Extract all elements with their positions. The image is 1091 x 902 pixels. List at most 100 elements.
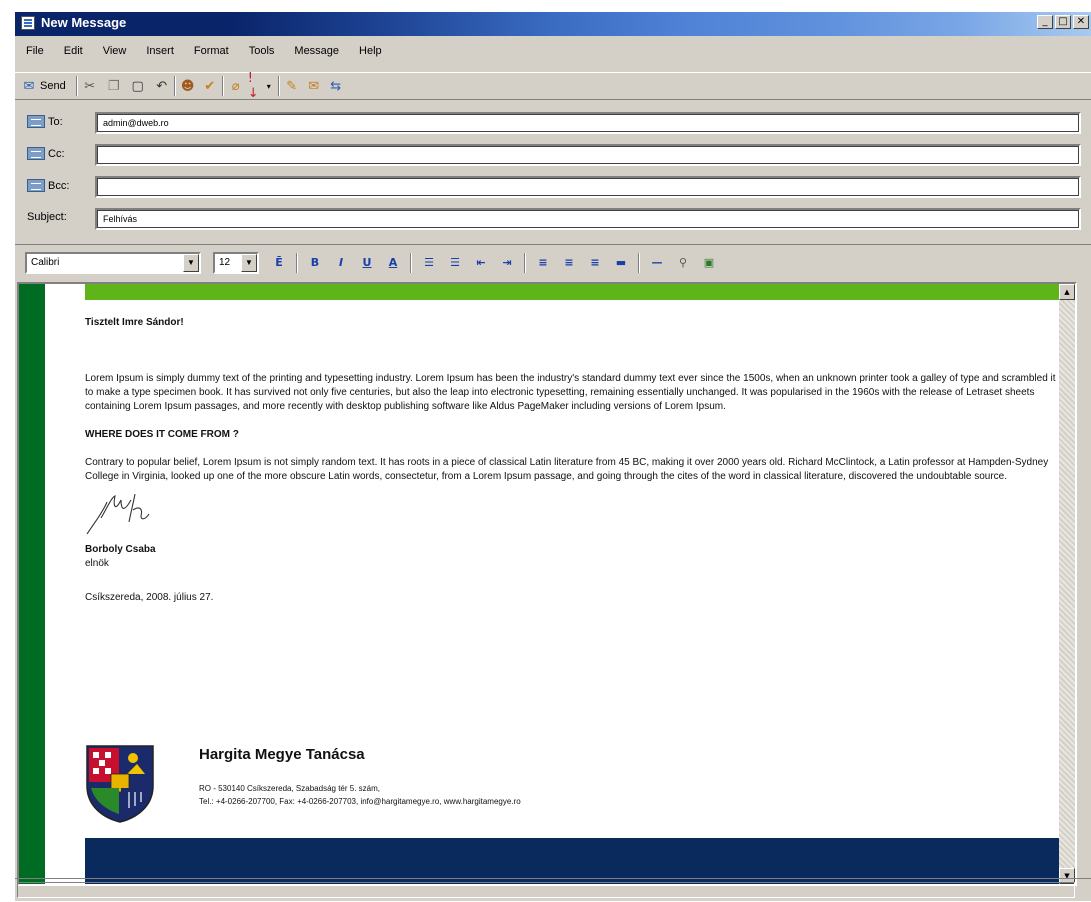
chevron-down-icon[interactable]: ▼	[241, 253, 257, 272]
hyperlink-icon[interactable]: ⚲	[673, 253, 693, 273]
undo-icon[interactable]: ↶	[154, 78, 170, 94]
align-right-icon[interactable]: ≡	[585, 253, 605, 273]
copy-icon[interactable]: ❐	[106, 78, 122, 94]
priority-dropdown-icon[interactable]: ▾	[264, 78, 274, 94]
encrypt-icon[interactable]: ✉	[306, 78, 322, 94]
to-row: To: admin@dweb.ro	[15, 110, 1091, 136]
attach-icon[interactable]: ⌀	[228, 78, 244, 94]
justify-icon[interactable]: ▬	[611, 253, 631, 273]
to-label: To:	[48, 115, 63, 128]
font-size-value: 12	[219, 256, 231, 268]
address-book-icon	[27, 147, 45, 160]
organization-address: RO - 530140 Csíkszereda, Szabadság tér 5…	[199, 784, 380, 793]
menu-view[interactable]: View	[92, 42, 136, 64]
menu-tools[interactable]: Tools	[238, 42, 284, 64]
organization-contact: RO - 530140 Csíkszereda, Szabadság tér 5…	[199, 782, 521, 808]
main-toolbar: ✉ Send ✂ ❐ ▢ ↶ ☻ ✔ ⌀ !↓ ▾ ✎ ✉ ⇆	[15, 71, 1091, 101]
maximize-button[interactable]: □	[1055, 15, 1071, 29]
cc-row: Cc:	[15, 142, 1091, 168]
address-book-icon	[27, 179, 45, 192]
numbering-icon[interactable]: ☰	[419, 253, 439, 273]
toolbar-separator	[75, 76, 78, 96]
title-bar[interactable]: New Message _ □ ✕	[15, 12, 1091, 36]
signer-name: Borboly Csaba	[85, 544, 156, 555]
font-name-value: Calibri	[31, 256, 60, 268]
send-label: Send	[40, 80, 66, 92]
send-button[interactable]: ✉ Send	[15, 75, 72, 97]
menu-help[interactable]: Help	[348, 42, 391, 64]
paste-icon[interactable]: ▢	[130, 78, 146, 94]
bcc-row: Bcc:	[15, 174, 1091, 200]
align-center-icon[interactable]: ≡	[559, 253, 579, 273]
decrease-indent-icon[interactable]: ⇤	[471, 253, 491, 273]
bold-icon[interactable]: B	[305, 253, 325, 273]
toolbar-separator	[524, 252, 526, 273]
check-names-icon[interactable]: ☻	[180, 78, 196, 94]
status-bar	[15, 878, 1091, 902]
green-side-stripe	[19, 284, 45, 884]
greeting: Tisztelt Imre Sándor!	[85, 317, 184, 328]
bcc-field[interactable]	[95, 176, 1081, 198]
underline-icon[interactable]: U	[357, 253, 377, 273]
window-title: New Message	[41, 15, 127, 30]
toolbar-separator	[296, 252, 298, 273]
send-icon: ✉	[23, 78, 35, 94]
toolbar-separator	[221, 76, 224, 96]
subject-field[interactable]: Felhívás	[95, 208, 1081, 230]
chevron-down-icon[interactable]: ▼	[183, 253, 199, 272]
increase-indent-icon[interactable]: ⇥	[497, 253, 517, 273]
vertical-scrollbar[interactable]: ▲ ▼	[1059, 284, 1075, 884]
county-crest-logo	[86, 745, 154, 823]
signer-title: elnök	[85, 558, 109, 569]
priority-icon[interactable]: !↓	[248, 71, 264, 101]
signature-image	[86, 493, 150, 535]
sign-icon[interactable]: ✎	[284, 78, 300, 94]
menu-insert[interactable]: Insert	[135, 42, 183, 64]
font-name-select[interactable]: Calibri ▼	[25, 251, 201, 274]
subject-label: Subject:	[27, 211, 67, 223]
paragraph-style-icon[interactable]: Ē	[269, 253, 289, 273]
letter-content: Tisztelt Imre Sándor! Lorem Ipsum is sim…	[85, 316, 1060, 605]
to-field[interactable]: admin@dweb.ro	[95, 112, 1081, 134]
green-top-bar	[85, 284, 1075, 300]
paragraph-1: Lorem Ipsum is simply dummy text of the …	[85, 373, 1056, 412]
status-pane	[17, 882, 1075, 898]
message-icon	[21, 16, 35, 30]
window-controls: _ □ ✕	[1037, 15, 1089, 29]
organization-name: Hargita Megye Tanácsa	[199, 746, 365, 763]
font-size-select[interactable]: 12 ▼	[213, 251, 259, 274]
new-message-window: New Message _ □ ✕ File Edit View Insert …	[15, 12, 1091, 901]
scroll-up-button[interactable]: ▲	[1059, 284, 1075, 300]
minimize-button[interactable]: _	[1037, 15, 1053, 29]
organization-phone-email: Tel.: +4-0266-207700, Fax: +4-0266-20770…	[199, 797, 521, 806]
horizontal-line-icon[interactable]: —	[647, 253, 667, 273]
align-left-icon[interactable]: ≡	[533, 253, 553, 273]
menu-format[interactable]: Format	[183, 42, 238, 64]
formatting-toolbar: Calibri ▼ 12 ▼ Ē B I U A ☰ ☰ ⇤ ⇥ ≡ ≡ ≡ ▬…	[15, 244, 1091, 280]
section-heading: WHERE DOES IT COME FROM ?	[85, 429, 239, 440]
cc-label-button[interactable]: Cc:	[27, 147, 65, 160]
menu-message[interactable]: Message	[283, 42, 348, 64]
letterhead-footer: Hargita Megye Tanácsa RO - 530140 Csíksz…	[85, 744, 1075, 834]
bullets-icon[interactable]: ☰	[445, 253, 465, 273]
cc-field[interactable]	[95, 144, 1081, 166]
address-book-icon	[27, 115, 45, 128]
close-button[interactable]: ✕	[1073, 15, 1089, 29]
toolbar-separator	[173, 76, 176, 96]
toolbar-separator	[277, 76, 280, 96]
font-color-icon[interactable]: A	[383, 253, 403, 273]
to-label-button[interactable]: To:	[27, 115, 63, 128]
bcc-label-button[interactable]: Bcc:	[27, 179, 69, 192]
cc-label: Cc:	[48, 147, 65, 160]
menu-file[interactable]: File	[15, 42, 53, 64]
message-body-editor[interactable]: Tisztelt Imre Sándor! Lorem Ipsum is sim…	[17, 282, 1077, 886]
cut-icon[interactable]: ✂	[82, 78, 98, 94]
toolbar-separator	[410, 252, 412, 273]
spelling-icon[interactable]: ✔	[202, 78, 218, 94]
toolbar-separator	[638, 252, 640, 273]
menu-edit[interactable]: Edit	[53, 42, 92, 64]
italic-icon[interactable]: I	[331, 253, 351, 273]
insert-picture-icon[interactable]: ▣	[699, 253, 719, 273]
offline-icon[interactable]: ⇆	[328, 78, 344, 94]
subject-row: Subject: Felhívás	[15, 206, 1091, 232]
